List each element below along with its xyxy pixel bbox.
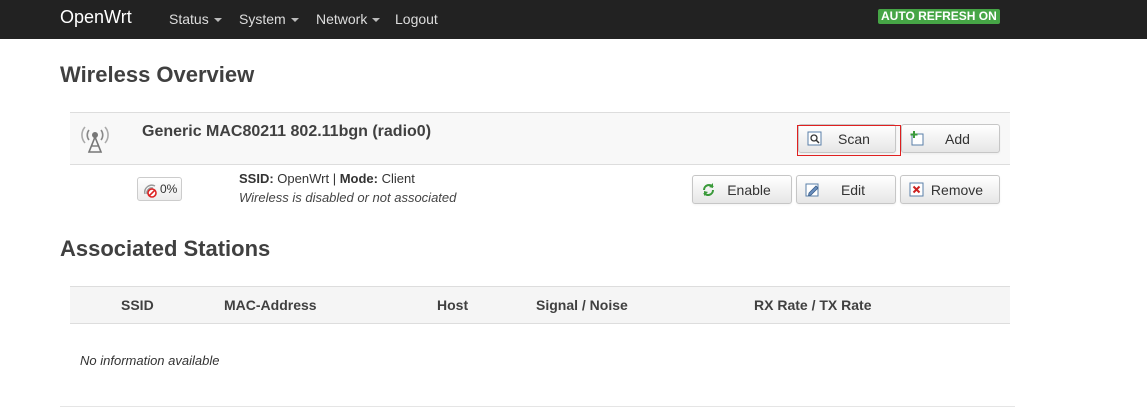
wifi-status-text: Wireless is disabled or not associated [239,190,457,205]
edit-button[interactable]: Edit [796,175,896,204]
separator: | [332,171,337,186]
wireless-overview-title: Wireless Overview [60,62,255,87]
nav-system[interactable]: System [239,11,299,27]
caret-down-icon [290,17,299,22]
edit-button-label: Edit [840,181,866,198]
col-signal-noise: Signal / Noise [536,297,628,313]
associated-stations-title: Associated Stations [60,236,271,261]
col-ssid: SSID [121,297,154,313]
auto-refresh-badge[interactable]: AUTO REFRESH ON [878,9,1000,24]
col-mac-address: MAC-Address [224,297,317,313]
nav-network-label: Network [316,11,368,27]
remove-button-label: Remove [930,181,984,198]
signal-strength-badge: 0% [137,177,182,201]
wifi-radio-icon [81,126,109,153]
mode-value: Client [381,171,415,186]
top-navbar: OpenWrt Status System Network Logout AUT… [0,0,1147,39]
caret-down-icon [372,17,381,22]
signal-disabled-icon [144,184,157,198]
col-rx-tx-rate: RX Rate / TX Rate [754,297,872,313]
no-stations-message: No information available [80,353,220,368]
divider [60,406,1015,407]
add-button-label: Add [945,130,970,147]
signal-percent: 0% [160,182,178,196]
nav-system-label: System [239,11,286,27]
nav-status[interactable]: Status [169,11,222,27]
brand-logo[interactable]: OpenWrt [60,7,132,28]
mode-label: Mode: [339,171,378,186]
scan-highlight-box [797,125,901,156]
nav-network[interactable]: Network [316,11,381,27]
ssid-mode-line: SSID: OpenWrt | Mode: Client [239,171,415,186]
ssid-value: OpenWrt [277,171,330,186]
nav-logout[interactable]: Logout [395,11,438,27]
nav-status-label: Status [169,11,209,27]
add-button[interactable]: Add [901,124,1000,153]
remove-button[interactable]: Remove [900,175,1000,204]
enable-button[interactable]: Enable [692,175,792,204]
nav-logout-label: Logout [395,11,438,27]
radio-device-name: Generic MAC80211 802.11bgn (radio0) [142,123,432,140]
ssid-label: SSID: [239,171,274,186]
caret-down-icon [213,17,222,22]
enable-button-label: Enable [727,181,771,198]
col-host: Host [437,297,469,313]
